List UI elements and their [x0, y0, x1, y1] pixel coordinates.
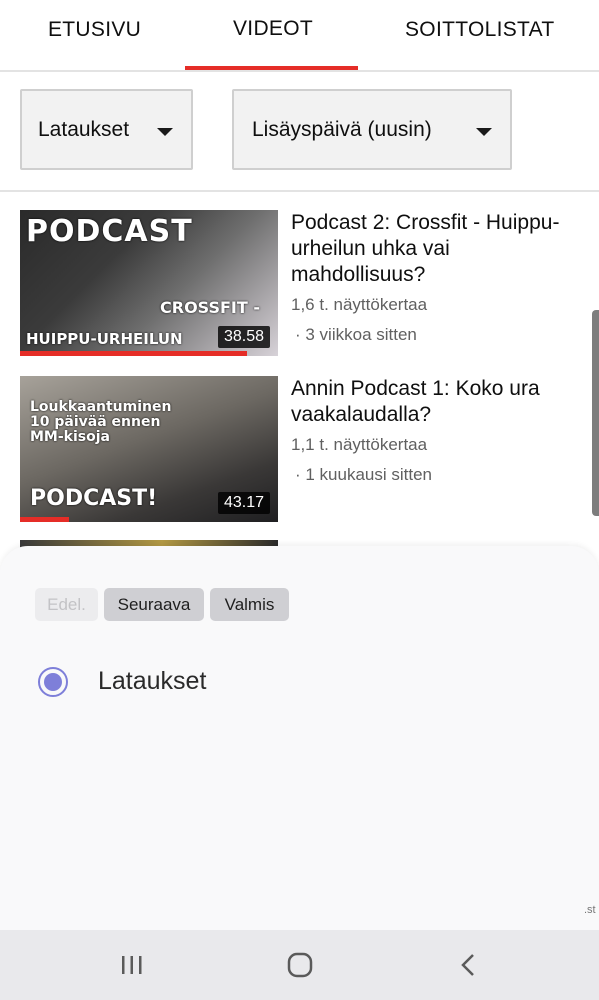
- video-thumbnail[interactable]: Loukkaantuminen 10 päivää ennen MM-kisoj…: [20, 376, 278, 522]
- video-thumbnail[interactable]: PODCAST CROSSFIT - HUIPPU-URHEILUN 38.58: [20, 210, 278, 356]
- video-title[interactable]: Podcast 2: Crossfit - Huippu-urheilun uh…: [291, 210, 581, 288]
- previous-button[interactable]: Edel.: [35, 588, 98, 621]
- video-item[interactable]: Loukkaantuminen 10 päivää ennen MM-kisoj…: [0, 374, 599, 524]
- upload-age: · 3 viikkoa sitten: [295, 325, 417, 344]
- next-button[interactable]: Seuraava: [104, 588, 204, 621]
- tab-videot[interactable]: VIDEOT: [233, 17, 313, 41]
- video-info: Podcast 2: Crossfit - Huippu-urheilun uh…: [291, 210, 581, 348]
- video-item[interactable]: PODCAST CROSSFIT - HUIPPU-URHEILUN 38.58…: [0, 208, 599, 358]
- upload-age: · 1 kuukausi sitten: [295, 465, 433, 484]
- tab-soittolistat[interactable]: SOITTOLISTAT: [405, 18, 554, 42]
- watch-progress-bar: [20, 351, 248, 356]
- thumbnail-text: PODCAST!: [30, 486, 158, 511]
- tab-etusivu[interactable]: ETUSIVU: [48, 18, 141, 42]
- type-filter-dropdown[interactable]: Lataukset: [20, 89, 193, 170]
- video-info: Annin Podcast 1: Koko ura vaakalaudalla?…: [291, 376, 581, 488]
- filter-bar: Lataukset Lisäyspäivä (uusin): [0, 72, 599, 192]
- picker-bottom-sheet: Edel. Seuraava Valmis Lataukset: [0, 546, 599, 930]
- radio-dot-icon: [44, 673, 62, 691]
- channel-tabs: ETUSIVU VIDEOT SOITTOLISTAT: [0, 0, 599, 72]
- back-icon[interactable]: [448, 948, 488, 982]
- view-count: 1,6 t. näyttökertaa: [291, 295, 428, 314]
- view-count: 1,1 t. näyttökertaa: [291, 435, 428, 454]
- thumbnail-text: HUIPPU-URHEILUN: [26, 330, 183, 348]
- home-icon[interactable]: [280, 948, 320, 982]
- recent-apps-icon[interactable]: [112, 948, 152, 982]
- duration-badge: 43.17: [217, 492, 270, 514]
- option-label[interactable]: Lataukset: [98, 667, 206, 696]
- side-scroll-handle[interactable]: [592, 310, 599, 516]
- edge-text: .st: [584, 904, 596, 916]
- thumbnail-text: CROSSFIT -: [160, 298, 260, 317]
- thumbnail-text: Loukkaantuminen 10 päivää ennen MM-kisoj…: [30, 399, 172, 445]
- video-title[interactable]: Annin Podcast 1: Koko ura vaakalaudalla?: [291, 376, 581, 428]
- duration-badge: 38.58: [217, 326, 270, 348]
- caret-down-icon: [476, 128, 492, 136]
- done-button[interactable]: Valmis: [210, 588, 289, 621]
- sort-value: Lisäyspäivä (uusin): [252, 117, 432, 141]
- radio-button-selected[interactable]: [38, 667, 68, 697]
- system-navigation-bar: [0, 930, 599, 1000]
- type-filter-value: Lataukset: [38, 117, 130, 141]
- thumbnail-text: PODCAST: [26, 214, 193, 249]
- active-tab-indicator: [185, 66, 358, 70]
- sort-dropdown[interactable]: Lisäyspäivä (uusin): [232, 89, 512, 170]
- caret-down-icon: [157, 128, 173, 136]
- watch-progress-bar: [20, 517, 70, 522]
